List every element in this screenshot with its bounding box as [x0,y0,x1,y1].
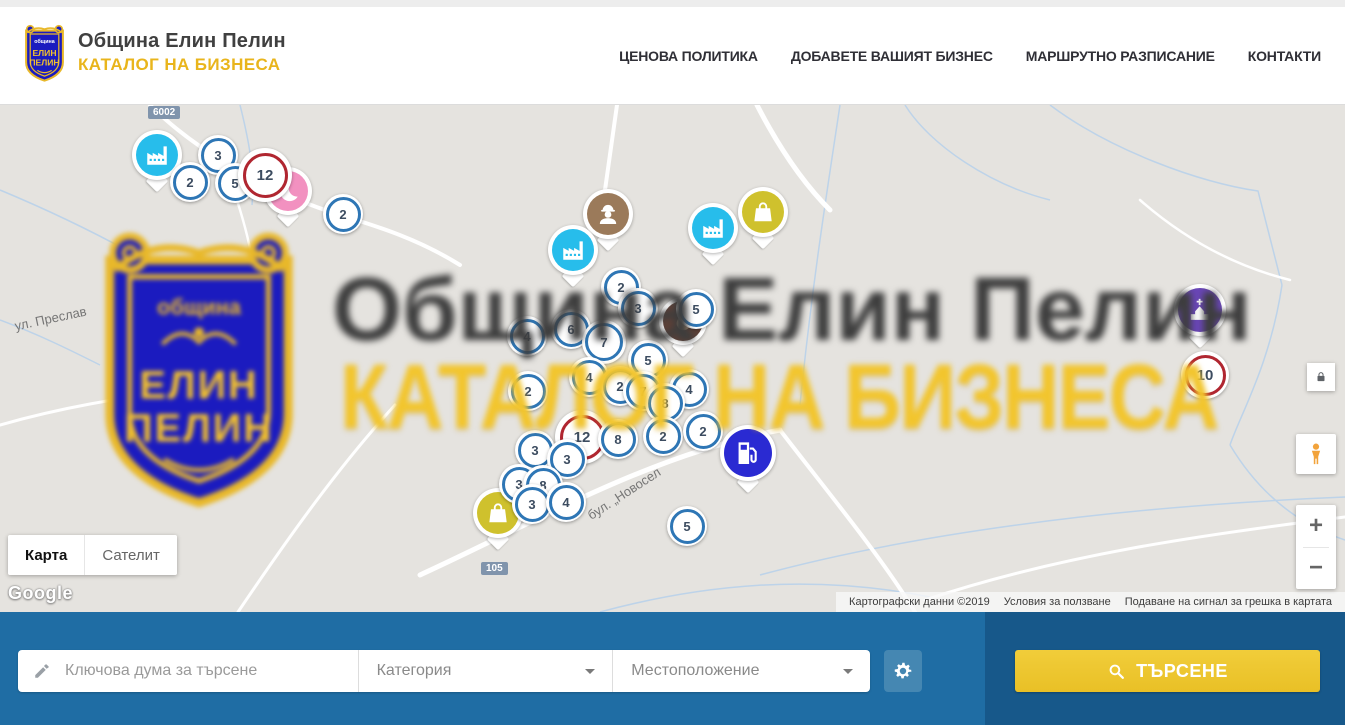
search-button[interactable]: ТЪРСЕНЕ [1015,650,1320,692]
cluster-marker[interactable]: 2 [508,371,548,411]
search-icon [1107,662,1126,681]
zoom-in-button[interactable]: + [1296,505,1336,547]
cluster-marker[interactable]: 12 [238,148,292,202]
chevron-down-icon [843,669,853,674]
pencil-icon [33,662,51,680]
nav-item-1[interactable]: ЦЕНОВА ПОЛИТИКА [619,48,758,64]
pegman-button[interactable] [1296,434,1336,474]
gear-icon [892,660,914,682]
cluster-marker[interactable]: 2 [170,162,210,202]
cluster-count: 5 [679,292,714,327]
site-name: КАТАЛОГ НА БИЗНЕСА [78,55,286,75]
cluster-count: 3 [621,291,656,326]
cluster-count: 8 [601,422,636,457]
google-logo[interactable]: Google [8,583,73,604]
attribution-link[interactable]: Условия за ползване [997,596,1118,608]
header: община ЕЛИН ПЕЛИН Община Елин Пелин КАТА… [0,0,1345,105]
cluster-count: 7 [585,323,623,361]
cluster-count: 2 [646,419,681,454]
cluster-marker[interactable]: 8 [598,419,638,459]
svg-text:община: община [34,38,54,45]
search-bar: Категория Местоположение ТЪРСЕНЕ [0,612,1345,725]
cluster-count: 12 [243,153,288,198]
category-label: Категория [377,662,452,680]
map-type-map-button[interactable]: Карта [8,535,84,575]
cluster-count: 2 [686,414,721,449]
cluster-marker[interactable]: 5 [667,506,707,546]
category-select[interactable]: Категория [359,650,614,692]
lock-button[interactable] [1307,363,1335,391]
map-attribution: Картографски данни ©2019Условия за ползв… [836,592,1345,612]
cluster-count: 3 [515,487,550,522]
location-label: Местоположение [631,662,759,680]
cluster-count: 4 [510,319,545,354]
map-data-copyright: Картографски данни ©2019 [842,596,997,608]
cluster-count: 5 [670,509,705,544]
cluster-marker[interactable]: 4 [546,482,586,522]
advanced-settings-button[interactable] [884,650,922,692]
cluster-count: 2 [326,197,361,232]
svg-text:ЕЛИН: ЕЛИН [32,48,56,58]
cluster-marker[interactable]: 10 [1181,351,1229,399]
logo-text: Община Елин Пелин КАТАЛОГ НА БИЗНЕСА [78,30,286,75]
cluster-count: 4 [549,485,584,520]
attribution-link[interactable]: Подаване на сигнал за грешка в картата [1118,596,1339,608]
location-select[interactable]: Местоположение [613,650,870,692]
pegman-icon [1305,441,1327,467]
map-type-satellite-button[interactable]: Сателит [84,535,177,575]
lock-icon [1314,370,1328,384]
zoom-control: + − [1296,505,1336,589]
main-nav: ЦЕНОВА ПОЛИТИКА ДОБАВЕТЕ ВАШИЯТ БИЗНЕС МАР… [619,7,1321,105]
cluster-marker[interactable]: 2 [643,416,683,456]
zoom-out-button[interactable]: − [1296,548,1336,590]
cluster-marker[interactable]: 2 [323,194,363,234]
search-button-label: ТЪРСЕНЕ [1136,661,1228,682]
cluster-marker[interactable]: 2 [683,411,723,451]
cluster-count: 2 [511,374,546,409]
keyword-field [18,650,359,692]
search-field-group: Категория Местоположение [18,650,870,692]
cluster-marker[interactable]: 5 [676,289,716,329]
org-name: Община Елин Пелин [78,30,286,53]
page: община ЕЛИН ПЕЛИН Община Елин Пелин КАТА… [0,0,1345,725]
map-canvas[interactable]: 6002105 ул. Преславбул. „Новосел 3251222… [0,105,1345,612]
keyword-input[interactable] [63,661,358,681]
cluster-marker[interactable]: 4 [507,316,547,356]
site-logo[interactable]: община ЕЛИН ПЕЛИН Община Елин Пелин КАТА… [21,21,286,83]
nav-item-4[interactable]: КОНТАКТИ [1248,48,1321,64]
chevron-down-icon [585,669,595,674]
cluster-count: 10 [1185,355,1226,396]
nav-item-3[interactable]: МАРШРУТНО РАЗПИСАНИЕ [1026,48,1215,64]
map-type-control: Карта Сателит [8,535,177,575]
cluster-count: 2 [173,165,208,200]
cluster-marker[interactable]: 3 [618,288,658,328]
nav-item-2[interactable]: ДОБАВЕТЕ ВАШИЯТ БИЗНЕС [791,48,993,64]
municipality-shield-icon: община ЕЛИН ПЕЛИН [21,21,68,83]
cluster-markers-layer: 325122235647542274812822333834510 [0,105,1345,612]
svg-text:ПЕЛИН: ПЕЛИН [29,57,59,67]
